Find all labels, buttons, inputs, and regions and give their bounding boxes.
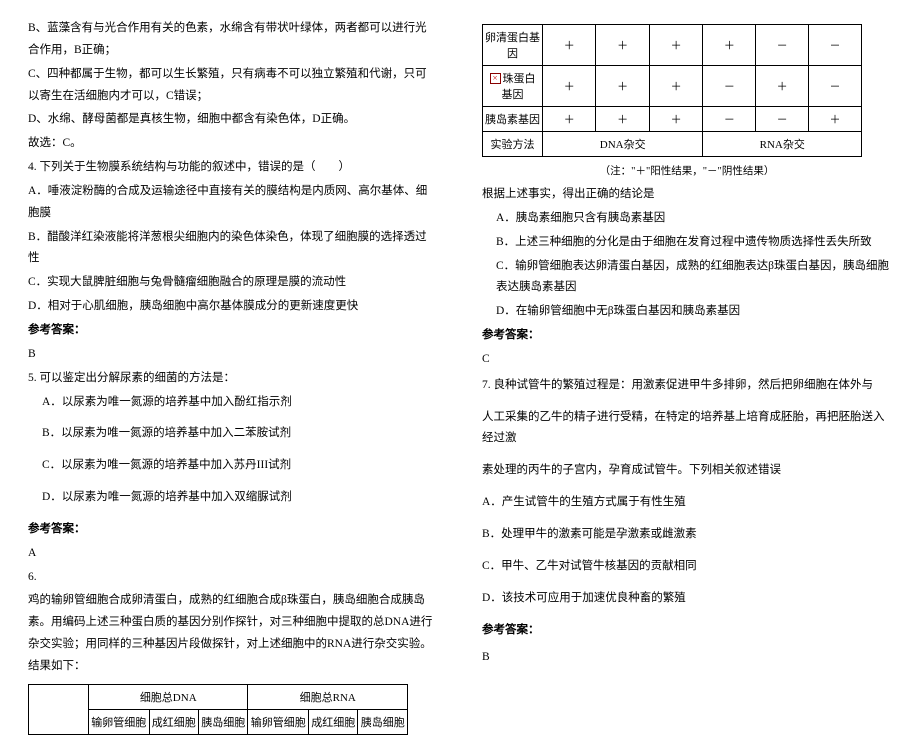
table-2: 卵清蛋白基因 ＋ ＋ ＋ ＋ － － ×珠蛋白基因 ＋ ＋ ＋ － ＋ － 胰岛 <box>482 24 862 157</box>
t2-method-dna: DNA杂交 <box>543 132 703 157</box>
question-7-line3: 素处理的丙牛的子宫内，孕育成试管牛。下列相关叙述错误 <box>482 460 892 482</box>
t1-col: 输卵管细胞 <box>89 709 150 734</box>
q5-option-c: C．以尿素为唯一氮源的培养基中加入苏丹III试剂 <box>28 455 438 477</box>
q4-option-b: B．醋酸洋红染液能将洋葱根尖细胞内的染色体染色，体现了细胞膜的选择透过性 <box>28 227 438 271</box>
q5-option-b: B．以尿素为唯一氮源的培养基中加入二苯胺试剂 <box>28 423 438 445</box>
cell: ＋ <box>543 66 596 107</box>
para: B、蓝藻含有与光合作用有关的色素，水绵含有带状叶绿体，两者都可以进行光合作用，B… <box>28 18 438 62</box>
cell: － <box>703 66 756 107</box>
q7-option-d: D．该技术可应用于加速优良种畜的繁殖 <box>482 588 892 610</box>
cell: － <box>756 25 809 66</box>
answer-label: 参考答案： <box>28 519 438 541</box>
q7-option-b: B．处理甲牛的激素可能是孕激素或雌激素 <box>482 524 892 546</box>
cell: ＋ <box>596 107 649 132</box>
cell: － <box>756 107 809 132</box>
cell: ＋ <box>596 25 649 66</box>
t1-col: 胰岛细胞 <box>199 709 248 734</box>
cell: ＋ <box>703 25 756 66</box>
q6-option-a: A．胰岛素细胞只含有胰岛素基因 <box>482 208 892 230</box>
q4-option-d: D．相对于心肌细胞，胰岛细胞中高尔基体膜成分的更新速度更快 <box>28 296 438 318</box>
t2-row2-text: 珠蛋白基因 <box>502 73 536 101</box>
t1-header-dna: 细胞总DNA <box>89 684 248 709</box>
t2-method-rna: RNA杂交 <box>703 132 862 157</box>
t2-row-label: ×珠蛋白基因 <box>483 66 543 107</box>
cell: ＋ <box>543 107 596 132</box>
question-5: 5. 可以鉴定出分解尿素的细菌的方法是： <box>28 368 438 390</box>
cell: － <box>809 25 862 66</box>
answer-label: 参考答案： <box>482 620 892 642</box>
page: B、蓝藻含有与光合作用有关的色素，水绵含有带状叶绿体，两者都可以进行光合作用，B… <box>0 0 920 651</box>
cell: ＋ <box>649 25 703 66</box>
q6-para: 鸡的输卵管细胞合成卵清蛋白，成熟的红细胞合成β珠蛋白，胰岛细胞合成胰岛素。用编码… <box>28 590 438 677</box>
cell: ＋ <box>809 107 862 132</box>
t1-col: 输卵管细胞 <box>248 709 309 734</box>
answer-label: 参考答案： <box>28 320 438 342</box>
q4-option-a: A．唾液淀粉酶的合成及运输途径中直接有关的膜结构是内质网、高尔基体、细胞膜 <box>28 181 438 225</box>
question-4: 4. 下列关于生物膜系统结构与功能的叙述中，错误的是（ ） <box>28 157 438 179</box>
question-6: 6. <box>28 567 438 589</box>
q6-option-d: D．在输卵管细胞中无β珠蛋白基因和胰岛素基因 <box>482 301 892 323</box>
para: C、四种都属于生物，都可以生长繁殖，只有病毒不可以独立繁殖和代谢，只可以寄生在活… <box>28 64 438 108</box>
t2-row-label: 卵清蛋白基因 <box>483 25 543 66</box>
para: D、水绵、酵母菌都是真核生物，细胞中都含有染色体，D正确。 <box>28 109 438 131</box>
t2-row-label: 实验方法 <box>483 132 543 157</box>
q5-option-a: A．以尿素为唯一氮源的培养基中加入酚红指示剂 <box>28 392 438 414</box>
cell: ＋ <box>756 66 809 107</box>
q6-option-c: C．输卵管细胞表达卵清蛋白基因，成熟的红细胞表达β珠蛋白基因，胰岛细胞表达胰岛素… <box>482 256 892 300</box>
cell: ＋ <box>649 107 703 132</box>
t1-header-rna: 细胞总RNA <box>248 684 408 709</box>
q6-intro: 根据上述事实，得出正确的结论是 <box>482 184 892 206</box>
table-note: （注："＋"阳性结果，"－"阴性结果） <box>482 163 892 178</box>
answer-label: 参考答案： <box>482 325 892 347</box>
t1-col: 胰岛细胞 <box>358 709 408 734</box>
answer-5: A <box>28 543 438 565</box>
para: 故选：C。 <box>28 133 438 155</box>
cell: ＋ <box>596 66 649 107</box>
answer-6: C <box>482 349 892 371</box>
answer-4: B <box>28 344 438 366</box>
t2-row-label: 胰岛素基因 <box>483 107 543 132</box>
cell: － <box>703 107 756 132</box>
t1-col: 成红细胞 <box>309 709 358 734</box>
cell: ＋ <box>649 66 703 107</box>
cell: ＋ <box>543 25 596 66</box>
q4-option-c: C．实现大鼠脾脏细胞与兔骨髓瘤细胞融合的原理是膜的流动性 <box>28 272 438 294</box>
t1-col: 成红细胞 <box>149 709 198 734</box>
cell: － <box>809 66 862 107</box>
right-column: 卵清蛋白基因 ＋ ＋ ＋ ＋ － － ×珠蛋白基因 ＋ ＋ ＋ － ＋ － 胰岛 <box>460 0 920 651</box>
q7-option-a: A．产生试管牛的生殖方式属于有性生殖 <box>482 492 892 514</box>
left-column: B、蓝藻含有与光合作用有关的色素，水绵含有带状叶绿体，两者都可以进行光合作用，B… <box>0 0 460 651</box>
q7-option-c: C．甲牛、乙牛对试管牛核基因的贡献相同 <box>482 556 892 578</box>
q5-option-d: D．以尿素为唯一氮源的培养基中加入双缩脲试剂 <box>28 487 438 509</box>
close-icon: × <box>490 73 501 84</box>
question-7-line2: 人工采集的乙牛的精子进行受精，在特定的培养基上培育成胚胎，再把胚胎送入经过激 <box>482 407 892 451</box>
question-7-line1: 7. 良种试管牛的繁殖过程是：用激素促进甲牛多排卵，然后把卵细胞在体外与 <box>482 375 892 397</box>
table-1: 细胞总DNA 细胞总RNA 输卵管细胞 成红细胞 胰岛细胞 输卵管细胞 成红细胞… <box>28 684 408 735</box>
q6-option-b: B．上述三种细胞的分化是由于细胞在发育过程中遗传物质选择性丢失所致 <box>482 232 892 254</box>
